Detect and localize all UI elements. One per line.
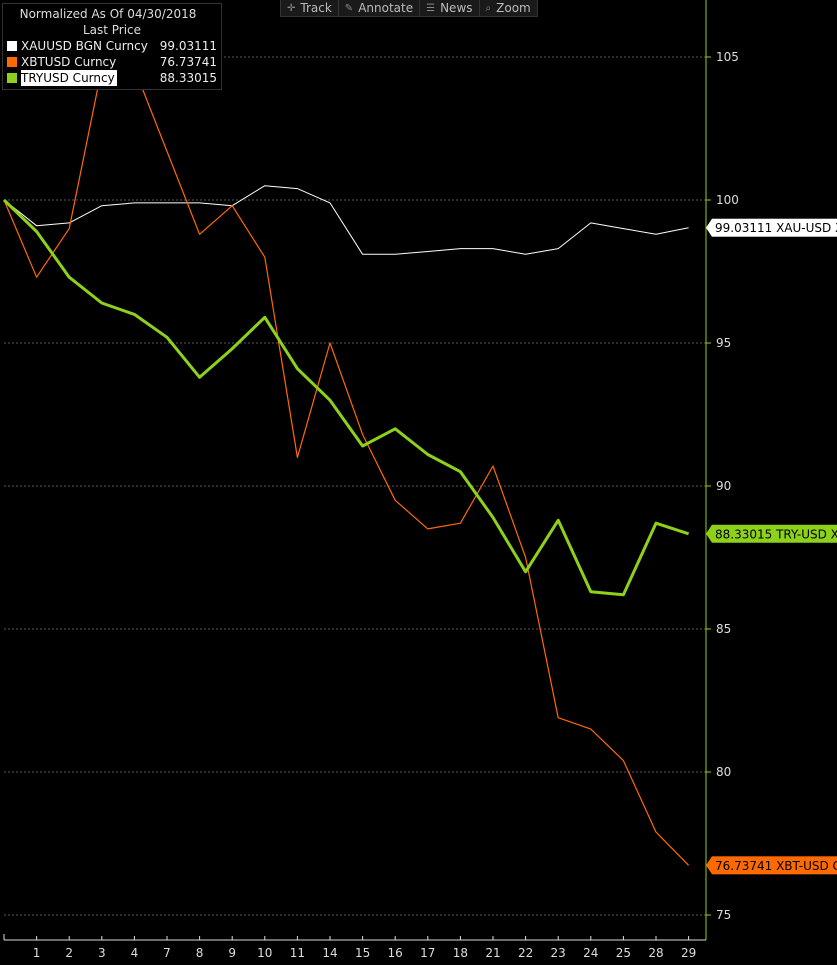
- x-tick-label-14: 14: [322, 946, 337, 960]
- y-tick-label-80: 80: [716, 765, 731, 779]
- x-tick-label-25: 25: [616, 946, 631, 960]
- series-line-xbtusd: [3, 67, 690, 866]
- x-tick-label-8: 8: [196, 946, 204, 960]
- crosshair-icon: ✛: [287, 2, 296, 14]
- x-tick-label-11: 11: [290, 946, 305, 960]
- news-button[interactable]: ☰ News: [420, 0, 480, 16]
- price-chart: 75 80 85 90 95 100 105 1 2 3 4 7 8 9 10 11 14 15 16 17 18 21 2…: [0, 0, 837, 965]
- legend-name-xau: XAUUSD BGN Curncy: [21, 39, 148, 53]
- x-tick-label-24: 24: [583, 946, 598, 960]
- x-tick-label-21: 21: [485, 946, 500, 960]
- x-tick-label-29: 29: [681, 946, 696, 960]
- legend-name-try: TRYUSD Curncy: [21, 70, 117, 86]
- series-line-xauusd: [3, 185, 689, 255]
- legend-entry-try[interactable]: TRYUSD Curncy 88.33015: [7, 70, 217, 86]
- end-label-pointer-xbtusd: [706, 856, 712, 875]
- zoom-button[interactable]: ⌕ Zoom: [480, 0, 537, 16]
- x-tick-label-1: 1: [33, 946, 41, 960]
- track-button[interactable]: ✛ Track: [281, 0, 339, 16]
- news-icon: ☰: [426, 2, 436, 14]
- legend-name-xbt: XBTUSD Curncy: [21, 55, 117, 69]
- news-label: News: [440, 1, 473, 15]
- x-tick-label-23: 23: [551, 946, 566, 960]
- legend-value-xau: 99.03111: [159, 39, 217, 53]
- legend-swatch-try: [7, 73, 17, 83]
- x-tick-label-4: 4: [131, 946, 139, 960]
- x-tick-label-2: 2: [65, 946, 73, 960]
- end-label-pointer-xauusd: [706, 218, 712, 237]
- end-label-text-xauusd: 99.03111 XAU-USD X: [715, 221, 837, 235]
- x-tick-label-9: 9: [228, 946, 236, 960]
- x-tick-label-22: 22: [518, 946, 533, 960]
- series-line-tryusd: [2, 198, 690, 597]
- track-label: Track: [300, 1, 332, 15]
- x-tick-label-3: 3: [98, 946, 106, 960]
- zoom-icon: ⌕: [485, 2, 492, 14]
- x-tick-label-28: 28: [648, 946, 663, 960]
- y-tick-label-105: 105: [716, 50, 739, 64]
- y-tick-label-75: 75: [716, 908, 731, 922]
- legend-value-try: 88.33015: [159, 71, 217, 85]
- end-label-pointer-tryusd: [706, 524, 712, 543]
- x-tick-label-7: 7: [163, 946, 171, 960]
- chart-legend: Normalized As Of 04/30/2018 Last Price X…: [2, 3, 222, 90]
- legend-entry-xau[interactable]: XAUUSD BGN Curncy 99.03111: [7, 38, 217, 54]
- x-tick-label-18: 18: [453, 946, 468, 960]
- chart-canvas: 75808590951001051 2 3 4 7 8 9 10 11 14 15 16 17 18 21 2…: [2, 0, 837, 960]
- y-tick-label-100: 100: [716, 193, 739, 207]
- legend-swatch-xbt: [7, 57, 17, 67]
- end-label-text-tryusd: 88.33015 TRY-USD X: [715, 527, 837, 541]
- legend-entry-xbt[interactable]: XBTUSD Curncy 76.73741: [7, 54, 217, 70]
- legend-swatch-xau: [7, 41, 17, 51]
- y-tick-label-95: 95: [716, 336, 731, 350]
- legend-title: Normalized As Of 04/30/2018: [19, 7, 197, 21]
- chart-toolbar: ✛ Track ✎ Annotate ☰ News ⌕ Zoom: [280, 0, 538, 17]
- annotate-label: Annotate: [358, 1, 414, 15]
- annotate-button[interactable]: ✎ Annotate: [339, 0, 421, 16]
- x-tick-label-15: 15: [355, 946, 370, 960]
- end-label-text-xbtusd: 76.73741 XBT-USD C: [715, 859, 837, 873]
- y-tick-label-85: 85: [716, 622, 731, 636]
- pencil-icon: ✎: [344, 2, 354, 14]
- x-tick-label-16: 16: [388, 946, 403, 960]
- x-tick-label-10: 10: [257, 946, 272, 960]
- legend-subtitle: Last Price: [82, 23, 142, 37]
- y-tick-label-90: 90: [716, 479, 731, 493]
- zoom-label: Zoom: [496, 1, 531, 15]
- legend-value-xbt: 76.73741: [159, 55, 217, 69]
- x-tick-label-17: 17: [420, 946, 435, 960]
